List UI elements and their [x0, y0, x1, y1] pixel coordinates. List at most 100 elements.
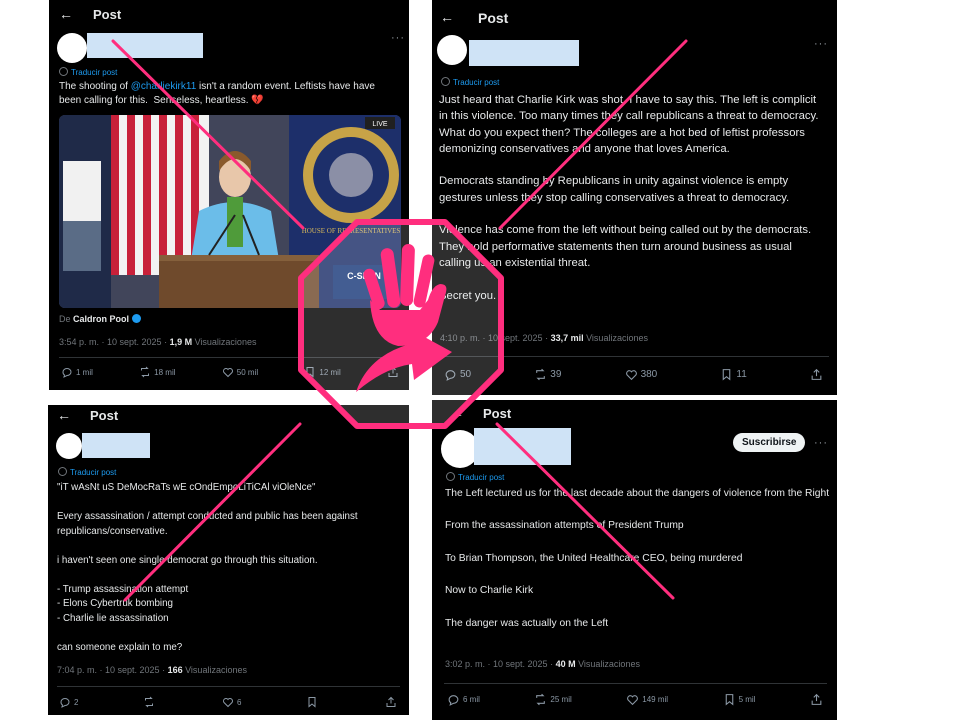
cspan-logo: C-SPAN	[347, 271, 381, 281]
reply-icon	[62, 368, 72, 378]
translate-label: Traducir post	[70, 468, 117, 477]
reply-button[interactable]: 50	[444, 368, 471, 381]
translate-globe-icon	[58, 467, 67, 476]
bookmark-button[interactable]: 11	[720, 368, 747, 381]
back-arrow-icon[interactable]: ←	[440, 9, 454, 25]
bookmark-count: 5 mil	[738, 695, 756, 704]
mention-link[interactable]: @charliekirk11	[131, 81, 197, 92]
post-meta: 4:10 p. m. · 10 sept. 2025 · 33,7 mil Vi…	[440, 333, 648, 343]
back-arrow-icon[interactable]: ←	[450, 405, 464, 421]
reply-count: 6 mil	[463, 695, 480, 704]
share-button[interactable]	[810, 368, 823, 381]
avatar[interactable]	[437, 35, 467, 65]
back-arrow-icon[interactable]: ←	[59, 6, 73, 22]
reply-button[interactable]: 2	[59, 696, 78, 708]
repost-button[interactable]	[143, 696, 158, 708]
avatar[interactable]	[56, 433, 82, 459]
divider	[57, 686, 400, 687]
post-text: "iT wAsNt uS DeMocRaTs wE cOndEmpoLiTiCA…	[57, 482, 358, 653]
reply-icon	[60, 698, 70, 708]
post-meta: 7:04 p. m. · 10 sept. 2025 · 166 Visuali…	[57, 665, 247, 675]
like-button[interactable]: 149 mil	[626, 693, 668, 706]
translate-post-link[interactable]: Traducir post	[446, 472, 504, 482]
translate-globe-icon	[441, 77, 450, 86]
reply-count: 2	[74, 697, 79, 707]
translate-post-link[interactable]: Traducir post	[58, 467, 116, 477]
post-panel-bottom-left: ← Post Traducir post "iT wAsNt uS DeMocR…	[48, 405, 409, 715]
post-text: The shooting of @charliekirk11 isn't a r…	[59, 80, 399, 108]
bookmark-count: 11	[736, 369, 747, 380]
more-icon[interactable]: ···	[814, 437, 828, 449]
like-icon	[223, 698, 233, 708]
like-icon	[222, 368, 233, 378]
share-button[interactable]	[810, 693, 823, 706]
repost-count: 25 mil	[550, 695, 572, 704]
post-panel-top-right: ← Post ··· Traducir post Just heard that…	[432, 0, 837, 395]
translate-label: Traducir post	[71, 68, 118, 77]
reply-button[interactable]: 1 mil	[61, 366, 93, 378]
divider	[444, 683, 827, 684]
divider	[440, 356, 829, 357]
bookmark-button[interactable]	[306, 696, 321, 708]
translate-post-link[interactable]: Traducir post	[441, 77, 499, 87]
like-button[interactable]: 380	[625, 368, 658, 381]
avatar[interactable]	[57, 33, 87, 63]
live-label: LIVE	[372, 121, 388, 128]
back-arrow-icon[interactable]: ←	[57, 407, 71, 423]
bookmark-count: 12 mil	[319, 367, 341, 377]
subscribe-button[interactable]: Suscribirse	[733, 433, 806, 452]
share-icon	[811, 693, 822, 705]
action-bar: 6 mil 25 mil 149 mil 5 mil	[447, 693, 823, 706]
reply-count: 1 mil	[76, 367, 93, 377]
views-count: 33,7 mil	[550, 333, 584, 343]
views-count: 1,9 M	[169, 337, 193, 347]
credit-prefix: De	[59, 314, 71, 324]
action-bar: 50 39 380 11	[444, 368, 823, 381]
page-title: Post	[90, 408, 119, 423]
timestamp[interactable]: 3:54 p. m. · 10 sept. 2025 ·	[59, 337, 170, 347]
credit-name[interactable]: Caldron Pool	[73, 314, 129, 324]
share-icon	[811, 368, 822, 380]
bookmark-icon	[306, 367, 314, 378]
share-button[interactable]	[387, 366, 399, 378]
repost-button[interactable]: 18 mil	[139, 366, 176, 378]
timestamp[interactable]: 3:02 p. m. · 10 sept. 2025 ·	[445, 659, 556, 669]
like-count: 380	[640, 369, 658, 380]
views-label: Visualizaciones	[192, 337, 257, 347]
repost-button[interactable]: 25 mil	[534, 693, 572, 706]
timestamp[interactable]: 7:04 p. m. · 10 sept. 2025 ·	[57, 665, 168, 675]
redacted-username	[82, 433, 150, 458]
post-image[interactable]: HOUSE OF REPRESENTATIVES LIVE C-SPAN	[59, 115, 401, 308]
redacted-username	[469, 40, 579, 66]
translate-post-link[interactable]: Traducir post	[59, 67, 117, 77]
page-title: Post	[483, 406, 512, 421]
image-credit[interactable]: De Caldron Pool	[59, 314, 141, 324]
redacted-username	[87, 33, 203, 58]
translate-globe-icon	[446, 472, 455, 481]
more-icon[interactable]: ···	[814, 38, 828, 50]
bookmark-icon	[725, 694, 733, 706]
views-count: 40 M	[555, 659, 576, 669]
views-count: 166	[167, 665, 183, 675]
reply-icon	[448, 695, 459, 706]
verified-badge-icon	[131, 314, 141, 323]
repost-count: 18 mil	[154, 367, 176, 377]
share-button[interactable]	[385, 696, 397, 708]
bookmark-button[interactable]: 5 mil	[723, 693, 756, 706]
repost-count: 39	[550, 369, 562, 380]
like-button[interactable]: 6	[222, 696, 241, 708]
timestamp[interactable]: 4:10 p. m. · 10 sept. 2025 ·	[440, 333, 551, 343]
translate-label: Traducir post	[453, 78, 500, 87]
page-title: Post	[93, 7, 122, 22]
like-button[interactable]: 50 mil	[222, 366, 258, 378]
reply-icon	[445, 370, 456, 381]
post-text-start: The shooting of	[59, 81, 131, 92]
post-panel-top-left: ← Post ··· Traducir post The shooting of…	[49, 0, 409, 390]
bookmark-button[interactable]: 12 mil	[304, 366, 341, 378]
repost-icon	[144, 696, 153, 708]
reply-button[interactable]: 6 mil	[447, 693, 480, 706]
repost-button[interactable]: 39	[534, 368, 561, 381]
translate-globe-icon	[59, 67, 68, 76]
more-icon[interactable]: ···	[391, 32, 405, 44]
reply-count: 50	[460, 369, 472, 380]
